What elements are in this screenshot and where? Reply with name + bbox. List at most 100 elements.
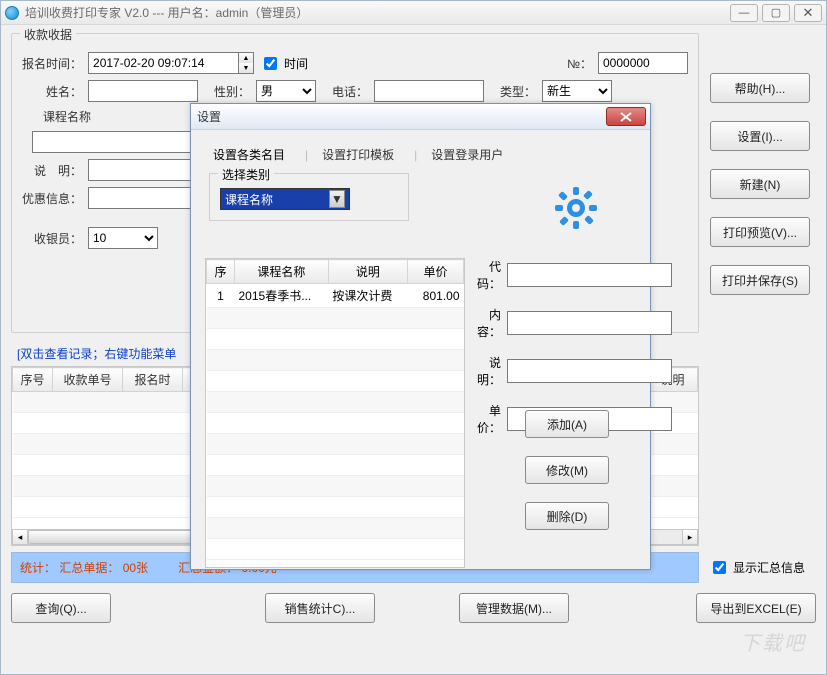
dialog-titlebar: 设置: [191, 104, 650, 130]
form-price-label: 单价：: [477, 402, 501, 436]
side-button-column: 帮助(H)... 设置(I)... 新建(N) 打印预览(V)... 打印并保存…: [710, 73, 810, 295]
scroll-left-icon[interactable]: ◂: [12, 529, 28, 545]
dlg-table-row[interactable]: 1 2015春季书... 按课次计费 801.00: [207, 284, 464, 308]
minimize-button[interactable]: —: [730, 4, 758, 22]
code-label: 代码：: [477, 258, 501, 292]
print-save-button[interactable]: 打印并保存(S): [710, 265, 810, 295]
dropdown-arrow-icon[interactable]: ▼: [329, 190, 345, 208]
modify-button[interactable]: 修改(M): [525, 456, 609, 484]
dlg-table-row[interactable]: [207, 413, 464, 434]
close-button[interactable]: ✕: [794, 4, 822, 22]
code-input[interactable]: [507, 263, 672, 287]
gender-select[interactable]: 男: [256, 80, 316, 102]
dlg-table-row[interactable]: [207, 329, 464, 350]
main-titlebar: 培训收费打印专家 V2.0 --- 用户名：admin（管理员） — ▢ ✕: [1, 1, 826, 25]
discount-input[interactable]: [88, 187, 198, 209]
query-button[interactable]: 查询(Q)...: [11, 593, 111, 623]
scroll-right-icon[interactable]: ▸: [682, 529, 698, 545]
cashier-label: 收银员：: [22, 230, 82, 247]
summary-prefix: 统计：: [20, 561, 56, 575]
summary-count: 00张: [123, 561, 148, 575]
no-label: №：: [562, 55, 592, 72]
content-input[interactable]: [507, 311, 672, 335]
phone-label: 电话：: [322, 83, 368, 100]
category-table[interactable]: 序 课程名称 说明 单价 1 2015春季书... 按课次计费 801.00: [205, 258, 465, 568]
form-desc-input[interactable]: [507, 359, 672, 383]
cell-desc: 按课次计费: [328, 284, 407, 308]
tab-categories[interactable]: 设置各类名目: [211, 144, 287, 165]
dlg-table-row[interactable]: [207, 434, 464, 455]
dialog-close-button[interactable]: [606, 107, 646, 126]
grid-h-1: 收款单号: [53, 368, 123, 392]
grid-h-2: 报名时: [123, 368, 183, 392]
export-excel-button[interactable]: 导出到EXCEL(E): [696, 593, 816, 623]
phone-input[interactable]: [374, 80, 484, 102]
dlg-table-row[interactable]: [207, 497, 464, 518]
no-input[interactable]: [598, 52, 688, 74]
dlg-table-row[interactable]: [207, 350, 464, 371]
cell-price: 801.00: [408, 284, 464, 308]
form-desc-label: 说明：: [477, 354, 501, 388]
scroll-thumb[interactable]: [28, 530, 211, 544]
dlg-table-row[interactable]: [207, 392, 464, 413]
gender-label: 性别：: [204, 83, 250, 100]
sales-stats-button[interactable]: 销售统计C)...: [265, 593, 375, 623]
maximize-button[interactable]: ▢: [762, 4, 790, 22]
cell-idx: 1: [207, 284, 235, 308]
show-summary-checkbox-wrap[interactable]: 显示汇总信息: [709, 558, 805, 577]
name-input[interactable]: [88, 80, 198, 102]
reg-time-label: 报名时间：: [22, 55, 82, 72]
desc-label: 说 明：: [22, 162, 82, 179]
main-window: 培训收费打印专家 V2.0 --- 用户名：admin（管理员） — ▢ ✕ 帮…: [0, 0, 827, 675]
settings-dialog: 设置 设置各类名目 设置打印模板 设置登录用户 选择类别 课程名称 ▼: [190, 103, 651, 570]
cell-course: 2015春季书...: [235, 284, 329, 308]
type-label: 类型：: [490, 83, 536, 100]
delete-button[interactable]: 删除(D): [525, 502, 609, 530]
dlg-h-1: 课程名称: [235, 260, 329, 284]
type-select[interactable]: 新生: [542, 80, 612, 102]
dialog-button-col: 添加(A) 修改(M) 删除(D): [525, 410, 609, 530]
help-button[interactable]: 帮助(H)...: [710, 73, 810, 103]
dlg-h-2: 说明: [328, 260, 407, 284]
content-label: 内容：: [477, 306, 501, 340]
dlg-h-3: 单价: [408, 260, 464, 284]
time-checkbox-label: 时间: [284, 55, 308, 72]
cashier-select[interactable]: 10: [88, 227, 158, 249]
dialog-title: 设置: [197, 108, 221, 125]
show-summary-label: 显示汇总信息: [733, 559, 805, 576]
desc-input[interactable]: [88, 159, 198, 181]
print-preview-button[interactable]: 打印预览(V)...: [710, 217, 810, 247]
discount-label: 优惠信息：: [22, 190, 82, 207]
tab-print-template[interactable]: 设置打印模板: [303, 144, 396, 165]
app-icon: [5, 6, 19, 20]
manage-data-button[interactable]: 管理数据(M)...: [459, 593, 569, 623]
new-button[interactable]: 新建(N): [710, 169, 810, 199]
dlg-table-row[interactable]: [207, 455, 464, 476]
course-label: 课程名称: [22, 108, 112, 125]
settings-button[interactable]: 设置(I)...: [710, 121, 810, 151]
reg-time-picker[interactable]: ▲▼: [88, 52, 254, 74]
time-checkbox[interactable]: [264, 57, 277, 70]
gear-icon: [552, 184, 600, 232]
dlg-table-row[interactable]: [207, 539, 464, 560]
show-summary-checkbox[interactable]: [713, 561, 726, 574]
dlg-table-header: 序 课程名称 说明 单价: [207, 260, 464, 284]
reg-time-input[interactable]: [88, 52, 238, 74]
dlg-h-0: 序: [207, 260, 235, 284]
add-button[interactable]: 添加(A): [525, 410, 609, 438]
receipt-legend: 收款收据: [20, 26, 76, 43]
window-title: 培训收费打印专家 V2.0 --- 用户名：admin（管理员）: [25, 4, 308, 21]
dlg-table-row[interactable]: [207, 518, 464, 539]
select-category-legend: 选择类别: [218, 166, 274, 183]
reg-time-spinner[interactable]: ▲▼: [238, 52, 254, 74]
summary-count-label: 汇总单据：: [59, 561, 119, 575]
dlg-table-row[interactable]: [207, 371, 464, 392]
dlg-table-row[interactable]: [207, 308, 464, 329]
grid-h-0: 序号: [13, 368, 53, 392]
tab-login-users[interactable]: 设置登录用户: [412, 144, 505, 165]
category-select[interactable]: 课程名称 ▼: [220, 188, 350, 210]
time-checkbox-wrap[interactable]: 时间: [260, 54, 308, 73]
course-input[interactable]: [32, 131, 202, 153]
dlg-table-row[interactable]: [207, 476, 464, 497]
name-label: 姓名：: [22, 83, 82, 100]
